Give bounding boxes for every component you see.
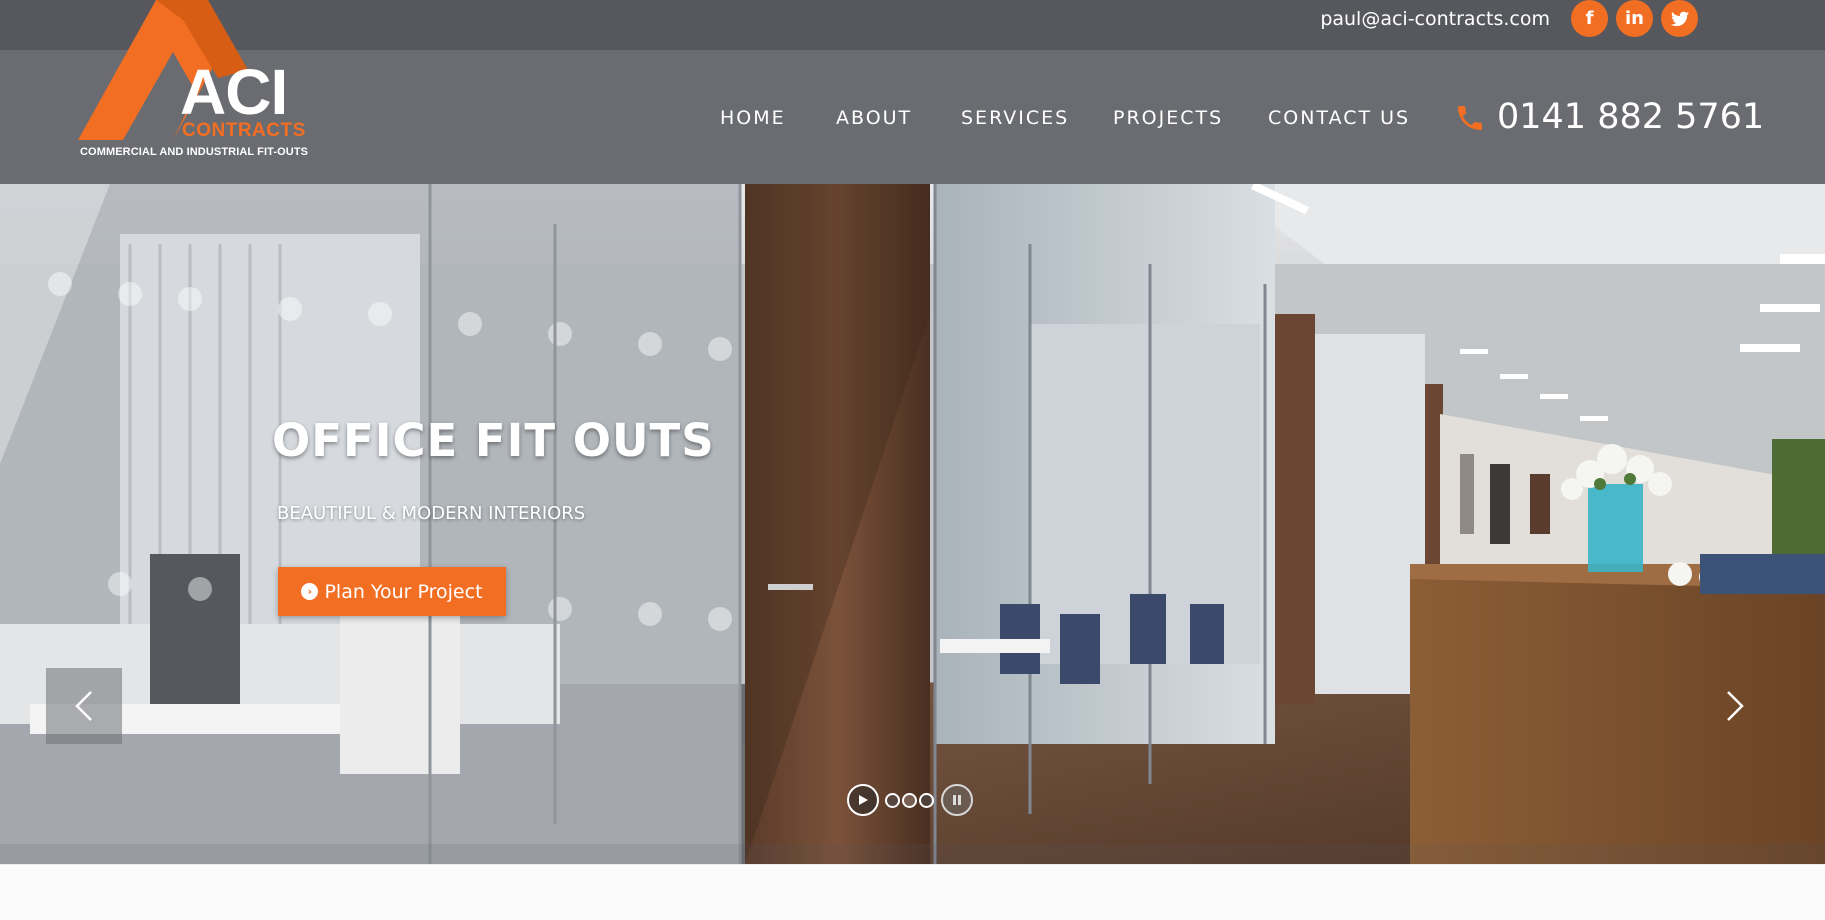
nav-services[interactable]: SERVICES xyxy=(961,107,1069,129)
chevron-right-icon xyxy=(1727,691,1744,721)
chevron-circle-right-icon: › xyxy=(301,583,319,600)
content-section xyxy=(0,864,1825,920)
slider-dot-1[interactable] xyxy=(885,793,900,808)
nav-projects[interactable]: PROJECTS xyxy=(1113,107,1223,129)
plan-your-project-button[interactable]: › Plan Your Project xyxy=(278,567,506,616)
hero-title: OFFICE FIT OUTS xyxy=(272,414,715,467)
cta-label: Plan Your Project xyxy=(324,580,483,603)
chevron-left-icon xyxy=(75,691,92,721)
hero-subtitle: BEAUTIFUL & MODERN INTERIORS xyxy=(277,503,586,524)
slider-play-button[interactable] xyxy=(847,784,879,816)
play-icon xyxy=(859,795,868,805)
nav-home[interactable]: HOME xyxy=(720,107,786,129)
hero-slider xyxy=(0,184,1825,864)
logo-tagline: COMMERCIAL AND INDUSTRIAL FIT-OUTS xyxy=(80,146,309,158)
hero-office-photo xyxy=(0,184,1825,864)
pause-icon xyxy=(953,795,961,805)
email-link[interactable]: paul@aci-contracts.com xyxy=(1320,8,1550,30)
facebook-icon[interactable]: f xyxy=(1571,0,1608,37)
phone-number[interactable]: 0141 882 5761 xyxy=(1497,97,1764,137)
logo-sub: CONTRACTS xyxy=(182,120,306,141)
linkedin-icon[interactable]: in xyxy=(1616,0,1653,37)
slider-next-button[interactable] xyxy=(1697,668,1773,744)
slider-dot-3[interactable] xyxy=(919,793,934,808)
nav-contact-us[interactable]: CONTACT US xyxy=(1268,107,1410,129)
slider-prev-button[interactable] xyxy=(46,668,122,744)
phone-icon xyxy=(1458,106,1482,130)
slider-pause-button[interactable] xyxy=(941,784,973,816)
twitter-icon[interactable] xyxy=(1661,0,1698,37)
logo-brand: ACI xyxy=(180,56,288,128)
nav-about[interactable]: ABOUT xyxy=(836,107,912,129)
slider-dot-2[interactable] xyxy=(902,793,917,808)
